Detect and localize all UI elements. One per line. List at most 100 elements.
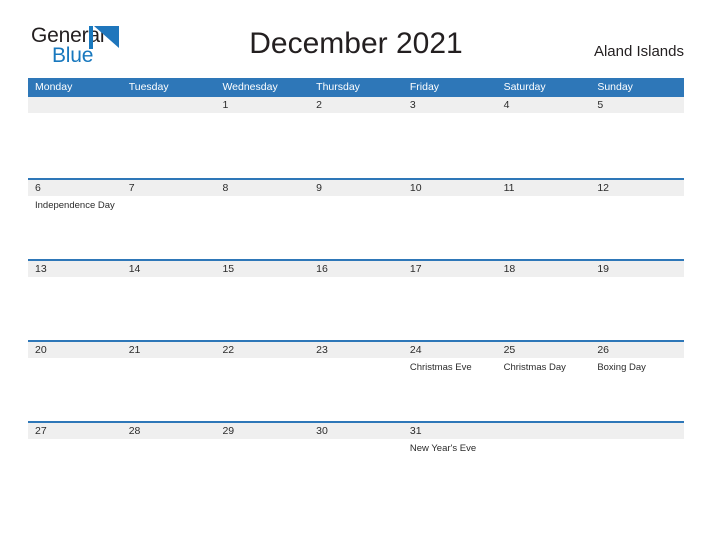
day-number-band: 28 <box>121 423 216 439</box>
day-number: 26 <box>597 344 609 356</box>
weekday-header-row: Monday Tuesday Wednesday Thursday Friday Satu… <box>28 78 684 97</box>
day-number: 23 <box>316 344 328 356</box>
calendar-day-cell[interactable]: 28 <box>121 423 216 502</box>
holiday-event-label: Christmas Eve <box>409 362 472 373</box>
day-number: 1 <box>222 99 229 111</box>
weekday-header-wednesday: Wednesday <box>222 81 278 93</box>
day-number-band: 26 <box>590 342 685 358</box>
day-number: 3 <box>409 99 416 111</box>
day-number-band: 23 <box>309 342 403 358</box>
calendar-day-cell[interactable]: 24 Christmas Eve <box>402 342 497 421</box>
day-number-band: 5 <box>590 97 685 113</box>
calendar-day-cell-empty <box>590 423 685 502</box>
calendar-day-cell[interactable]: 23 <box>309 342 403 421</box>
calendar-day-cell[interactable]: 13 <box>28 261 122 340</box>
day-number: 4 <box>503 99 510 111</box>
day-number: 29 <box>222 425 235 437</box>
holiday-event-label: Christmas Day <box>503 362 566 373</box>
calendar-day-cell[interactable]: 20 <box>28 342 122 421</box>
day-number-band: 14 <box>121 261 216 277</box>
calendar-day-cell[interactable]: 12 <box>590 180 685 259</box>
day-number-band: 20 <box>28 342 122 358</box>
day-number: 15 <box>222 263 235 275</box>
event-list: Christmas Day <box>497 358 591 374</box>
day-number: 12 <box>597 182 609 194</box>
day-number-band: 17 <box>402 261 497 277</box>
weekday-header-monday: Monday <box>35 81 73 93</box>
day-number-band <box>121 97 216 113</box>
calendar-day-cell[interactable]: 5 <box>590 97 685 178</box>
calendar-day-cell-empty <box>121 97 216 178</box>
day-number: 14 <box>128 263 141 275</box>
day-number-band: 4 <box>496 97 591 113</box>
calendar-day-cell[interactable]: 30 <box>309 423 403 502</box>
calendar-week-row: 20 21 22 23 24 Christmas Eve 25 Christmas Day 26… <box>28 340 685 421</box>
day-number-band: 21 <box>121 342 216 358</box>
calendar-day-cell[interactable]: 9 <box>309 180 403 259</box>
day-number: 17 <box>409 263 422 275</box>
holiday-event-label: Boxing Day <box>597 362 646 373</box>
day-number: 8 <box>222 182 229 194</box>
day-number: 7 <box>128 182 135 194</box>
day-number-band: 13 <box>28 261 122 277</box>
calendar-day-cell[interactable]: 16 <box>309 261 403 340</box>
day-number-band <box>496 423 591 439</box>
day-number: 19 <box>597 263 609 275</box>
day-number: 24 <box>409 344 422 356</box>
calendar-day-cell-empty <box>28 97 122 178</box>
day-number: 10 <box>409 182 422 194</box>
day-number-band: 29 <box>215 423 310 439</box>
day-number-band: 11 <box>496 180 591 196</box>
day-number: 11 <box>503 182 515 194</box>
day-number-band: 8 <box>215 180 310 196</box>
calendar-day-cell[interactable]: 3 <box>402 97 497 178</box>
day-number-band <box>28 97 122 113</box>
day-number-band: 7 <box>121 180 216 196</box>
calendar-page: General Blue December 2021 Aland Islands… <box>0 0 712 550</box>
calendar-week-row: 6 Independence Day 7 8 9 10 11 12 <box>28 178 685 259</box>
calendar-weeks: 1 2 3 4 5 6 Independence Day 7 8 9 10 11 12 13 14 15 16 1… <box>28 97 685 502</box>
day-number-band: 19 <box>590 261 685 277</box>
calendar-day-cell[interactable]: 14 <box>121 261 216 340</box>
day-number-band: 1 <box>215 97 310 113</box>
event-list: Independence Day <box>28 196 122 212</box>
day-number: 28 <box>128 425 141 437</box>
day-number: 31 <box>409 425 422 437</box>
calendar-day-cell[interactable]: 22 <box>215 342 310 421</box>
calendar-day-cell[interactable]: 25 Christmas Day <box>496 342 591 421</box>
calendar-day-cell[interactable]: 7 <box>121 180 216 259</box>
calendar-day-cell[interactable]: 1 <box>215 97 310 178</box>
calendar-grid: Monday Tuesday Wednesday Thursday Friday Satu… <box>28 78 685 502</box>
calendar-day-cell[interactable]: 6 Independence Day <box>28 180 122 259</box>
calendar-day-cell[interactable]: 17 <box>402 261 497 340</box>
calendar-day-cell[interactable]: 11 <box>496 180 591 259</box>
country-label: Aland Islands <box>593 43 684 60</box>
day-number: 27 <box>35 425 47 437</box>
day-number-band: 24 <box>402 342 497 358</box>
calendar-day-cell-empty <box>496 423 591 502</box>
calendar-day-cell[interactable]: 15 <box>215 261 310 340</box>
day-number-band: 31 <box>402 423 497 439</box>
calendar-day-cell[interactable]: 31 New Year's Eve <box>402 423 497 502</box>
weekday-header-tuesday: Tuesday <box>128 81 169 93</box>
day-number-band: 16 <box>309 261 403 277</box>
day-number-band: 10 <box>402 180 497 196</box>
day-number: 18 <box>503 263 516 275</box>
calendar-day-cell[interactable]: 27 <box>28 423 122 502</box>
calendar-day-cell[interactable]: 21 <box>121 342 216 421</box>
weekday-header-friday: Friday <box>409 81 440 93</box>
calendar-day-cell[interactable]: 4 <box>496 97 591 178</box>
calendar-day-cell[interactable]: 29 <box>215 423 310 502</box>
calendar-day-cell[interactable]: 10 <box>402 180 497 259</box>
calendar-day-cell[interactable]: 19 <box>590 261 685 340</box>
calendar-week-row: 13 14 15 16 17 18 19 <box>28 259 685 340</box>
day-number: 30 <box>316 425 328 437</box>
event-list: Christmas Eve <box>403 358 497 374</box>
calendar-day-cell[interactable]: 26 Boxing Day <box>590 342 685 421</box>
day-number: 21 <box>128 344 141 356</box>
event-list: Boxing Day <box>590 358 684 374</box>
calendar-day-cell[interactable]: 2 <box>309 97 403 178</box>
day-number: 2 <box>316 99 322 111</box>
calendar-day-cell[interactable]: 8 <box>215 180 310 259</box>
calendar-day-cell[interactable]: 18 <box>496 261 591 340</box>
